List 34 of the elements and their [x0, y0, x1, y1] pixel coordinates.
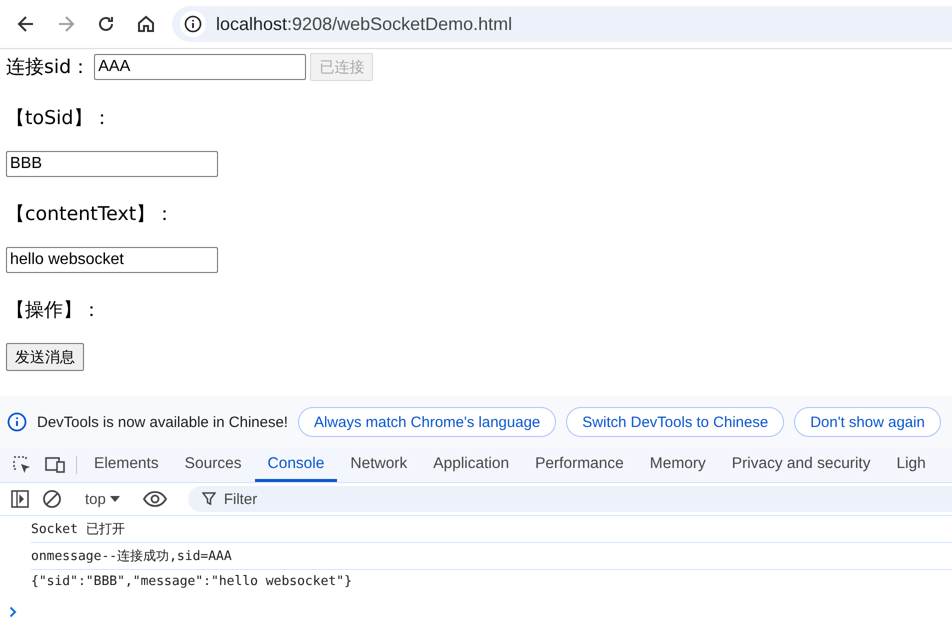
devtools-tab[interactable]: Sources: [172, 448, 254, 482]
infobar-message: DevTools is now available in Chinese!: [37, 414, 288, 430]
send-message-button[interactable]: 发送消息: [6, 343, 84, 371]
filter-input[interactable]: Filter: [222, 490, 425, 508]
text-input[interactable]: BBB: [6, 151, 218, 177]
console-message: {"sid":"BBB","message":"hello websocket"}: [31, 573, 353, 591]
devtools-tab[interactable]: Application: [420, 448, 522, 482]
url-host: localhost: [216, 14, 288, 34]
sid-input[interactable]: AAA: [94, 54, 306, 80]
devtools-tab[interactable]: Privacy and security: [718, 448, 884, 482]
action-label: 【操作】：: [6, 298, 102, 323]
field-label: 【contentText】：: [6, 202, 176, 227]
context-dropdown[interactable]: top: [77, 490, 128, 508]
filter-icon: [202, 492, 216, 506]
caret-icon: [110, 495, 120, 503]
console-message: onmessage--连接成功,sid=AAA: [31, 543, 952, 570]
text-input[interactable]: hello websocket: [6, 247, 218, 273]
devtools-tab[interactable]: Ligh: [883, 448, 939, 482]
info-icon: [7, 412, 27, 432]
field-label: 【toSid】：: [6, 106, 112, 131]
infobar-button[interactable]: Don't show again: [794, 407, 941, 437]
address-bar[interactable]: localhost:9208/webSocketDemo.html: [172, 6, 952, 42]
devtools-tab[interactable]: Performance: [522, 448, 637, 482]
infobar-button[interactable]: Switch DevTools to Chinese: [566, 407, 784, 437]
devtools-tab[interactable]: Elements: [81, 448, 172, 482]
prompt-chevron-icon[interactable]: [9, 606, 17, 618]
infobar-button[interactable]: Always match Chrome's language: [298, 407, 556, 437]
devtools-tab[interactable]: Memory: [636, 448, 719, 482]
connect-sid-label: 连接sid：: [6, 55, 90, 80]
devtools-tab[interactable]: Console: [254, 448, 338, 482]
devtools-tab[interactable]: Network: [337, 448, 420, 482]
url-path: :9208/webSocketDemo.html: [287, 14, 512, 34]
info-icon[interactable]: [180, 11, 206, 37]
console-message: Socket 已打开: [31, 516, 952, 543]
